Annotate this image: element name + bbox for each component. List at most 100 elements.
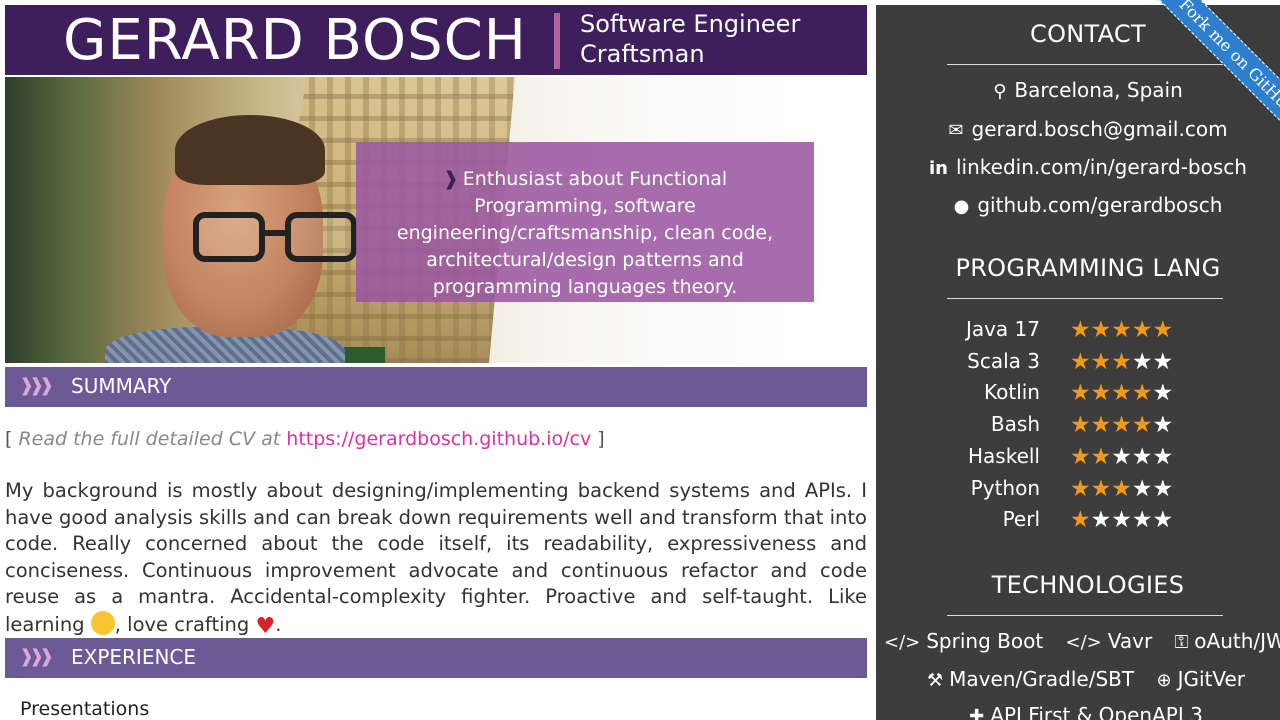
star-filled-icon: ★ <box>1090 475 1112 502</box>
star-filled-icon: ★ <box>1090 412 1112 439</box>
full-cv-link[interactable]: https://gerardbosch.github.io/cv <box>286 428 591 450</box>
contact-divider <box>947 64 1223 65</box>
language-rating: ★★★★★ <box>1070 476 1173 502</box>
star-empty-icon: ★ <box>1131 348 1153 375</box>
smile-emoji-icon <box>90 610 115 635</box>
programming-divider <box>947 298 1223 299</box>
tech-jgitver: ⊕ JGitVer <box>1156 667 1246 691</box>
key-icon: ⚿ <box>1174 632 1189 653</box>
star-empty-icon: ★ <box>1090 507 1112 534</box>
star-empty-icon: ★ <box>1152 507 1174 534</box>
photo-glasses <box>193 212 363 270</box>
star-filled-icon: ★ <box>1090 443 1112 470</box>
full-cv-line: [ Read the full detailed CV at https://g… <box>5 428 605 450</box>
star-empty-icon: ★ <box>1152 475 1174 502</box>
tech-build-tools: ⚒ Maven/Gradle/SBT <box>926 667 1135 691</box>
language-name: Haskell <box>967 443 1040 468</box>
technologies-row-2: ⚒ Maven/Gradle/SBT ⊕ JGitVer <box>876 667 1280 691</box>
star-empty-icon: ★ <box>1152 380 1174 407</box>
photo-person <box>65 87 357 363</box>
summary-paragraph: My background is mostly about designing/… <box>5 479 867 639</box>
star-filled-icon: ★ <box>1070 412 1091 439</box>
cv-header: GERARD BOSCH Software Engineer Craftsman <box>5 5 867 75</box>
language-rating: ★★★★★ <box>1070 507 1173 533</box>
language-name: Scala 3 <box>967 348 1040 373</box>
experience-first-item: Presentations <box>20 698 150 720</box>
language-name: Java 17 <box>965 317 1040 341</box>
chevrons-icon: ❱❱❱ <box>19 375 54 396</box>
programming-title: PROGRAMMING LANG <box>955 254 1221 282</box>
star-empty-icon: ★ <box>1131 507 1153 534</box>
star-filled-icon: ★ <box>1111 380 1132 407</box>
star-filled-icon: ★ <box>1111 317 1132 343</box>
person-name: GERARD BOSCH <box>63 8 527 73</box>
role-line-2: Craftsman <box>580 40 705 68</box>
star-filled-icon: ★ <box>1070 475 1091 502</box>
envelope-icon: ✉ <box>948 120 964 141</box>
language-name: Perl <box>1002 507 1040 532</box>
star-empty-icon: ★ <box>1131 475 1153 502</box>
star-empty-icon: ★ <box>1152 443 1174 470</box>
star-filled-icon: ★ <box>1070 317 1091 343</box>
github-icon: ● <box>953 196 970 217</box>
technologies-title: TECHNOLOGIES <box>991 571 1185 599</box>
language-row: Kotlin ★★★★★ <box>876 380 1280 410</box>
experience-section-header: ❱❱❱ EXPERIENCE <box>5 638 867 678</box>
star-filled-icon: ★ <box>1131 412 1153 439</box>
contact-linkedin[interactable]: in linkedin.com/in/gerard-bosch <box>876 153 1280 183</box>
star-filled-icon: ★ <box>1070 348 1091 375</box>
star-filled-icon: ★ <box>1111 348 1132 375</box>
role-line-1: Software Engineer <box>580 10 801 38</box>
star-filled-icon: ★ <box>1152 317 1174 343</box>
linkedin-icon: in <box>929 158 948 179</box>
contact-email[interactable]: ✉ gerard.bosch@gmail.com <box>876 115 1280 145</box>
language-row: Java 17 ★★★★★ <box>876 317 1280 347</box>
person-role: Software Engineer Craftsman <box>580 9 800 69</box>
star-filled-icon: ★ <box>1090 348 1112 375</box>
language-rating: ★★★★★ <box>1070 444 1173 470</box>
language-row: Scala 3 ★★★★★ <box>876 349 1280 379</box>
header-divider <box>554 13 560 69</box>
summary-title: SUMMARY <box>71 374 172 398</box>
star-filled-icon: ★ <box>1131 317 1153 343</box>
tech-oauth: ⚿oAuth/JWT <box>1174 629 1280 653</box>
sidebar: CONTACT ⚲ Barcelona, Spain ✉ gerard.bosch@… <box>876 5 1280 720</box>
language-rating: ★★★★★ <box>1070 380 1173 406</box>
star-empty-icon: ★ <box>1152 412 1174 439</box>
star-empty-icon: ★ <box>1111 443 1132 470</box>
language-rating: ★★★★★ <box>1070 317 1173 343</box>
full-cv-label: Read the full detailed CV at <box>18 428 281 450</box>
star-filled-icon: ★ <box>1070 507 1091 534</box>
language-name: Python <box>970 475 1040 500</box>
summary-section-header: ❱❱❱ SUMMARY <box>5 367 867 407</box>
star-empty-icon: ★ <box>1152 348 1174 375</box>
experience-title: EXPERIENCE <box>71 645 197 669</box>
contact-location: ⚲ Barcelona, Spain <box>876 76 1280 106</box>
language-row: Perl ★★★★★ <box>876 507 1280 537</box>
star-filled-icon: ★ <box>1111 475 1132 502</box>
language-name: Bash <box>990 412 1040 437</box>
language-row: Haskell ★★★★★ <box>876 444 1280 474</box>
lifebuoy-icon: ⊕ <box>1156 670 1172 691</box>
heart-emoji-icon: ♥ <box>255 613 276 639</box>
hammer-icon: ⚒ <box>926 670 944 691</box>
code-icon: </> <box>1065 632 1102 653</box>
language-rating: ★★★★★ <box>1070 412 1173 438</box>
technologies-row-3: ✚ API First & OpenAPI 3 <box>876 703 1280 720</box>
star-empty-icon: ★ <box>1131 443 1153 470</box>
star-filled-icon: ★ <box>1090 317 1112 343</box>
tech-api-first: ✚ API First & OpenAPI 3 <box>969 703 1203 720</box>
star-empty-icon: ★ <box>1111 507 1132 534</box>
tech-spring-boot: </> Spring Boot <box>884 629 1044 653</box>
technologies-row-1: </>Spring Boot </>Vavr ⚿oAuth/JWT <box>876 629 1280 653</box>
language-row: Bash ★★★★★ <box>876 412 1280 442</box>
star-filled-icon: ★ <box>1070 380 1091 407</box>
photo-hair <box>175 115 325 185</box>
plus-icon: ✚ <box>969 706 985 720</box>
language-rating: ★★★★★ <box>1070 349 1173 375</box>
star-filled-icon: ★ <box>1070 443 1091 470</box>
map-pin-icon: ⚲ <box>993 81 1007 102</box>
contact-github[interactable]: ● github.com/gerardbosch <box>876 191 1280 221</box>
star-filled-icon: ★ <box>1090 380 1112 407</box>
code-icon: </> <box>884 632 921 653</box>
